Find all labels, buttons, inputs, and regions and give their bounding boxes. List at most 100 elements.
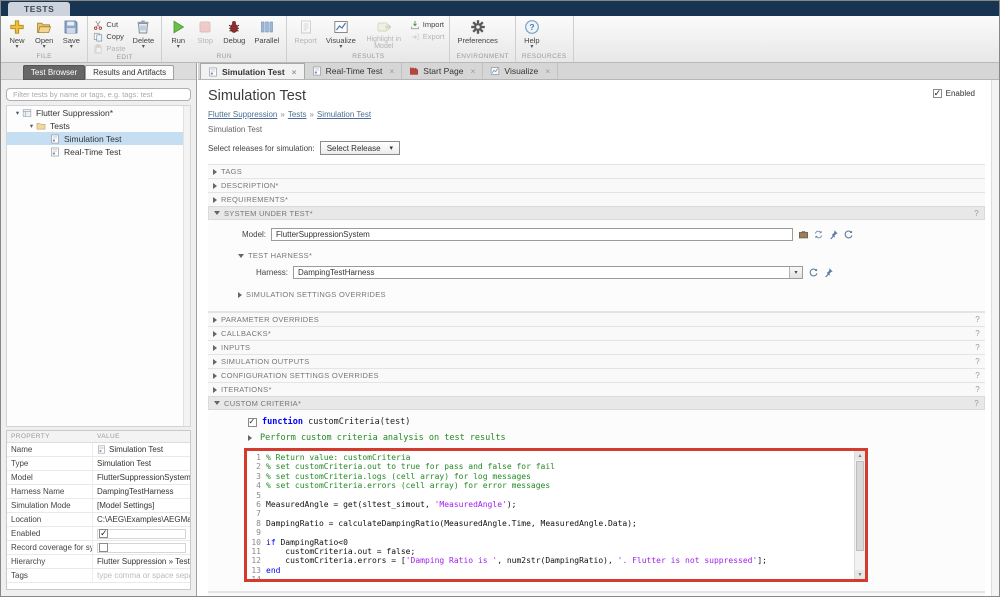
section-inputs[interactable]: INPUTS [208, 340, 985, 354]
code-line: 8DampingRatio = calculateDampingRatio(Me… [249, 519, 854, 528]
close-icon[interactable] [470, 66, 475, 76]
enabled-toggle[interactable]: Enabled [933, 89, 975, 98]
section-requirements[interactable]: REQUIREMENTS* [208, 192, 985, 206]
property-row-location: LocationC:\AEG\Examples\AEGMa... [7, 513, 190, 527]
breadcrumb-link-suite[interactable]: Flutter Suppression [208, 110, 277, 119]
tree-item-flutter-suppression[interactable]: Flutter Suppression* [7, 106, 190, 119]
harness-dropdown[interactable]: DampingTestHarness [293, 266, 803, 279]
open-model-icon[interactable] [798, 229, 809, 240]
scroll-up-icon[interactable] [855, 451, 865, 460]
refresh-model-icon[interactable] [843, 229, 854, 240]
copy-button[interactable]: Copy [91, 31, 127, 42]
code-line: 13end [249, 566, 854, 575]
sidebar-tab-test-browser[interactable]: Test Browser [23, 65, 85, 80]
help-icon[interactable] [974, 399, 979, 408]
collapse-icon [214, 401, 220, 405]
help-button[interactable]: ?Help [519, 18, 545, 50]
close-icon[interactable] [545, 66, 550, 76]
help-icon[interactable] [975, 357, 980, 366]
model-input[interactable] [271, 228, 793, 241]
test-harness-subsection[interactable]: TEST HARNESS* [238, 251, 985, 260]
tree-item-tests[interactable]: Tests [7, 119, 190, 132]
run-button[interactable]: Run [165, 18, 191, 50]
ribbon-group-environment: PreferencesENVIRONMENT [450, 16, 515, 62]
scroll-down-icon[interactable] [855, 570, 865, 579]
close-icon[interactable] [292, 67, 297, 77]
sections-list: TAGS DESCRIPTION* REQUIREMENTS* SYSTEM U… [208, 164, 985, 596]
cut-button[interactable]: Cut [91, 19, 127, 30]
help-icon[interactable] [975, 385, 980, 394]
main-scrollbar[interactable] [991, 80, 999, 596]
doc-tab-visualize[interactable]: Visualize [483, 63, 558, 79]
enabled-checkbox[interactable] [99, 529, 108, 538]
import-button[interactable]: Import [408, 19, 447, 30]
new-button[interactable]: New [4, 18, 30, 50]
tab-tests[interactable]: TESTS [8, 2, 70, 16]
section-callbacks[interactable]: CALLBACKS* [208, 326, 985, 340]
sidebar-tab-results-and-artifacts[interactable]: Results and Artifacts [85, 65, 174, 80]
code-area[interactable]: 1% Return value: customCriteria2% set cu… [247, 451, 854, 579]
preferences-button[interactable]: Preferences [453, 18, 501, 45]
section-system-under-test[interactable]: SYSTEM UNDER TEST* [208, 206, 985, 220]
doc-tab-real-time-test[interactable]: Real-Time Test [305, 63, 403, 79]
property-row-hierarchy: HierarchyFlutter Suppression » Tests... [7, 555, 190, 569]
section-tags[interactable]: TAGS [208, 164, 985, 178]
visualize-button[interactable]: Visualize [322, 18, 360, 50]
tree-item-simulation-test[interactable]: Simulation Test [7, 132, 190, 145]
chevron-down-icon[interactable] [789, 267, 802, 278]
parallel-button[interactable]: Parallel [250, 18, 283, 45]
goto-harness-icon[interactable] [823, 267, 834, 278]
dropdown-caret-icon [530, 45, 533, 50]
main-panel: Simulation TestReal-Time TestStart PageV… [198, 63, 999, 596]
record-coverage-for-syste-checkbox[interactable] [99, 543, 108, 552]
simulation-settings-subsection[interactable]: SIMULATION SETTINGS OVERRIDES [238, 290, 985, 299]
save-button[interactable]: Save [58, 18, 84, 50]
property-row-model: ModelFlutterSuppressionSystem [7, 471, 190, 485]
dropdown-caret-icon [177, 45, 180, 50]
custom-criteria-checkbox[interactable] [248, 418, 257, 427]
help-icon[interactable] [975, 329, 980, 338]
help-icon[interactable] [975, 343, 980, 352]
scrollbar-thumb[interactable] [856, 461, 864, 551]
tree-scrollbar[interactable] [183, 106, 190, 426]
breadcrumb-link-current[interactable]: Simulation Test [317, 110, 371, 119]
close-icon[interactable] [389, 66, 394, 76]
section-custom-criteria[interactable]: CUSTOM CRITERIA* [208, 396, 985, 410]
debug-button[interactable]: Debug [219, 18, 249, 45]
goto-model-icon[interactable] [828, 229, 839, 240]
import-icon [410, 20, 420, 30]
custom-criteria-summary[interactable]: Perform custom criteria analysis on test… [248, 433, 985, 443]
section-coverage-settings[interactable]: COVERAGE SETTINGS [208, 592, 985, 596]
select-release-dropdown[interactable]: Select Release [320, 141, 400, 155]
dropdown-caret-icon [142, 45, 145, 50]
custom-criteria-code-editor[interactable]: 1% Return value: customCriteria2% set cu… [244, 448, 868, 582]
help-icon[interactable] [975, 315, 980, 324]
custom-criteria-body: function customCriteria(test) Perform cu… [208, 410, 985, 592]
expand-icon [213, 331, 217, 337]
breadcrumb-link-tests[interactable]: Tests [288, 110, 307, 119]
section-parameter-overrides[interactable]: PARAMETER OVERRIDES [208, 312, 985, 326]
editor-scrollbar[interactable] [854, 451, 865, 579]
export-button: Export [408, 31, 447, 42]
doc-tab-simulation-test[interactable]: Simulation Test [200, 63, 305, 79]
filter-input[interactable] [6, 88, 191, 101]
section-configuration-settings-overrides[interactable]: CONFIGURATION SETTINGS OVERRIDES [208, 368, 985, 382]
help-icon[interactable] [975, 595, 980, 597]
section-description[interactable]: DESCRIPTION* [208, 178, 985, 192]
help-icon[interactable] [975, 371, 980, 380]
section-simulation-outputs[interactable]: SIMULATION OUTPUTS [208, 354, 985, 368]
debug-icon [226, 19, 242, 35]
delete-button[interactable]: Delete [129, 18, 159, 50]
use-current-model-icon[interactable] [813, 229, 824, 240]
tree-item-real-time-test[interactable]: Real-Time Test [7, 145, 190, 158]
enabled-checkbox[interactable] [933, 89, 942, 98]
section-iterations[interactable]: ITERATIONS* [208, 382, 985, 396]
visualize-tab-icon [490, 66, 500, 76]
open-button[interactable]: Open [31, 18, 57, 50]
code-line: 3% set customCriteria.logs (cell array) … [249, 472, 854, 481]
help-icon[interactable] [974, 209, 979, 218]
code-line: 7 [249, 509, 854, 518]
doc-tab-start-page[interactable]: Start Page [402, 63, 483, 79]
refresh-harness-icon[interactable] [808, 267, 819, 278]
expand-icon [213, 317, 217, 323]
